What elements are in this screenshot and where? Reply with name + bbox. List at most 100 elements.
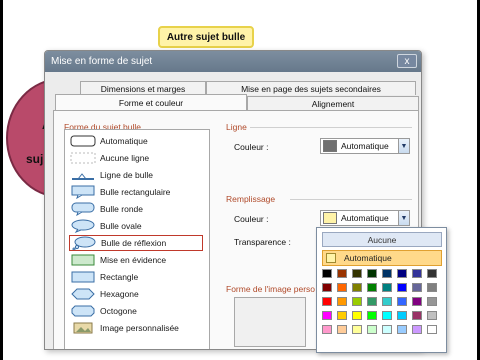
color-palette-dropdown: Aucune Automatique	[316, 227, 447, 353]
shape-item-bulle-rectangulaire[interactable]: Bulle rectangulaire	[69, 184, 203, 200]
shape-item-label: Automatique	[100, 136, 148, 146]
palette-automatic-button[interactable]: Automatique	[322, 250, 442, 266]
round-bubble-icon	[69, 202, 97, 216]
shape-item-label: Bulle de réflexion	[101, 238, 167, 248]
close-button[interactable]: x	[397, 54, 417, 68]
fill-color-swatch	[323, 212, 337, 224]
image-section-title: Forme de l'image perso	[226, 284, 316, 294]
shape-item-hexagone[interactable]: Hexagone	[69, 286, 203, 302]
automatic-swatch	[326, 253, 336, 263]
octagon-icon	[69, 304, 97, 318]
dialog-titlebar[interactable]: Mise en forme de sujet x	[45, 51, 421, 72]
palette-color-cell[interactable]	[427, 311, 437, 320]
thought-bubble-icon	[70, 236, 98, 250]
palette-color-cell[interactable]	[322, 269, 332, 278]
shape-item-bulle-de-reflexion[interactable]: Bulle de réflexion	[69, 235, 203, 251]
shape-item-automatique[interactable]: Automatique	[69, 133, 203, 149]
no-line-icon	[69, 151, 97, 165]
palette-row	[322, 283, 444, 292]
topic-bubble[interactable]: Autre sujet bulle	[158, 26, 254, 48]
palette-color-cell[interactable]	[367, 311, 377, 320]
transparency-label: Transparence :	[234, 237, 291, 247]
shape-item-ligne-de-bulle[interactable]: Ligne de bulle	[69, 167, 203, 183]
palette-none-button[interactable]: Aucune	[322, 232, 442, 247]
palette-color-cell[interactable]	[427, 283, 437, 292]
palette-color-cell[interactable]	[397, 297, 407, 306]
palette-color-cell[interactable]	[427, 297, 437, 306]
shape-item-octogone[interactable]: Octogone	[69, 303, 203, 319]
fill-color-combo[interactable]: Automatique ▼	[320, 210, 410, 226]
palette-color-cell[interactable]	[382, 311, 392, 320]
palette-color-cell[interactable]	[367, 297, 377, 306]
palette-color-cell[interactable]	[322, 311, 332, 320]
line-color-swatch	[323, 140, 337, 152]
custom-image-icon	[69, 321, 97, 335]
shape-item-label: Hexagone	[100, 289, 139, 299]
palette-color-cell[interactable]	[382, 269, 392, 278]
fill-section-rule	[290, 199, 412, 200]
palette-color-cell[interactable]	[397, 269, 407, 278]
palette-color-cell[interactable]	[412, 311, 422, 320]
rounded-rect-icon	[69, 134, 97, 148]
tab-dimensions[interactable]: Dimensions et marges	[80, 81, 206, 95]
shape-item-bulle-ronde[interactable]: Bulle ronde	[69, 201, 203, 217]
palette-color-cell[interactable]	[352, 297, 362, 306]
palette-color-cell[interactable]	[352, 325, 362, 334]
palette-color-cell[interactable]	[337, 269, 347, 278]
close-icon: x	[404, 55, 410, 67]
dialog-title: Mise en forme de sujet	[51, 56, 153, 67]
letterbox-left	[0, 0, 3, 360]
chevron-down-icon[interactable]: ▼	[398, 139, 409, 153]
palette-color-cell[interactable]	[412, 269, 422, 278]
hexagon-icon	[69, 287, 97, 301]
palette-color-cell[interactable]	[382, 283, 392, 292]
tab-shape-color[interactable]: Forme et couleur	[55, 94, 247, 110]
tab-layout-subtopics[interactable]: Mise en page des sujets secondaires	[206, 81, 416, 95]
palette-color-cell[interactable]	[412, 297, 422, 306]
palette-color-cell[interactable]	[337, 311, 347, 320]
palette-color-cell[interactable]	[397, 283, 407, 292]
rectangle-icon	[69, 270, 97, 284]
palette-row	[322, 325, 444, 334]
palette-color-cell[interactable]	[427, 325, 437, 334]
shape-item-label: Rectangle	[100, 272, 139, 282]
palette-color-cell[interactable]	[337, 297, 347, 306]
palette-color-cell[interactable]	[352, 283, 362, 292]
shape-list[interactable]: Automatique Aucune ligne Ligne de bulle …	[64, 129, 210, 349]
palette-color-cell[interactable]	[322, 283, 332, 292]
shape-item-label: Aucune ligne	[100, 153, 150, 163]
shape-item-mise-en-evidence[interactable]: Mise en évidence	[69, 252, 203, 268]
palette-color-cell[interactable]	[322, 297, 332, 306]
palette-color-cell[interactable]	[427, 269, 437, 278]
tab-alignment[interactable]: Alignement	[247, 96, 419, 110]
shape-item-label: Bulle ovale	[100, 221, 142, 231]
line-color-combo[interactable]: Automatique ▼	[320, 138, 410, 154]
shape-item-label: Bulle rectangulaire	[100, 187, 171, 197]
shape-item-label: Bulle ronde	[100, 204, 144, 214]
chevron-down-icon[interactable]: ▼	[398, 211, 409, 225]
palette-color-cell[interactable]	[412, 325, 422, 334]
palette-color-cell[interactable]	[322, 325, 332, 334]
shape-item-image-personnalisee[interactable]: Image personnalisée	[69, 320, 203, 336]
palette-color-cell[interactable]	[412, 283, 422, 292]
palette-color-cell[interactable]	[367, 325, 377, 334]
palette-color-cell[interactable]	[352, 269, 362, 278]
highlight-icon	[69, 253, 97, 267]
palette-color-cell[interactable]	[337, 283, 347, 292]
fill-color-label: Couleur :	[234, 214, 269, 224]
palette-color-cell[interactable]	[337, 325, 347, 334]
palette-color-cell[interactable]	[397, 325, 407, 334]
line-section-title: Ligne	[226, 122, 247, 132]
palette-color-cell[interactable]	[352, 311, 362, 320]
fill-color-value: Automatique	[341, 213, 389, 223]
palette-color-cell[interactable]	[382, 325, 392, 334]
central-topic-text: suj	[26, 152, 44, 166]
palette-color-cell[interactable]	[382, 297, 392, 306]
palette-color-cell[interactable]	[367, 283, 377, 292]
shape-item-bulle-ovale[interactable]: Bulle ovale	[69, 218, 203, 234]
shape-item-rectangle[interactable]: Rectangle	[69, 269, 203, 285]
shape-item-aucune-ligne[interactable]: Aucune ligne	[69, 150, 203, 166]
palette-color-cell[interactable]	[397, 311, 407, 320]
shape-item-label: Octogone	[100, 306, 137, 316]
palette-color-cell[interactable]	[367, 269, 377, 278]
